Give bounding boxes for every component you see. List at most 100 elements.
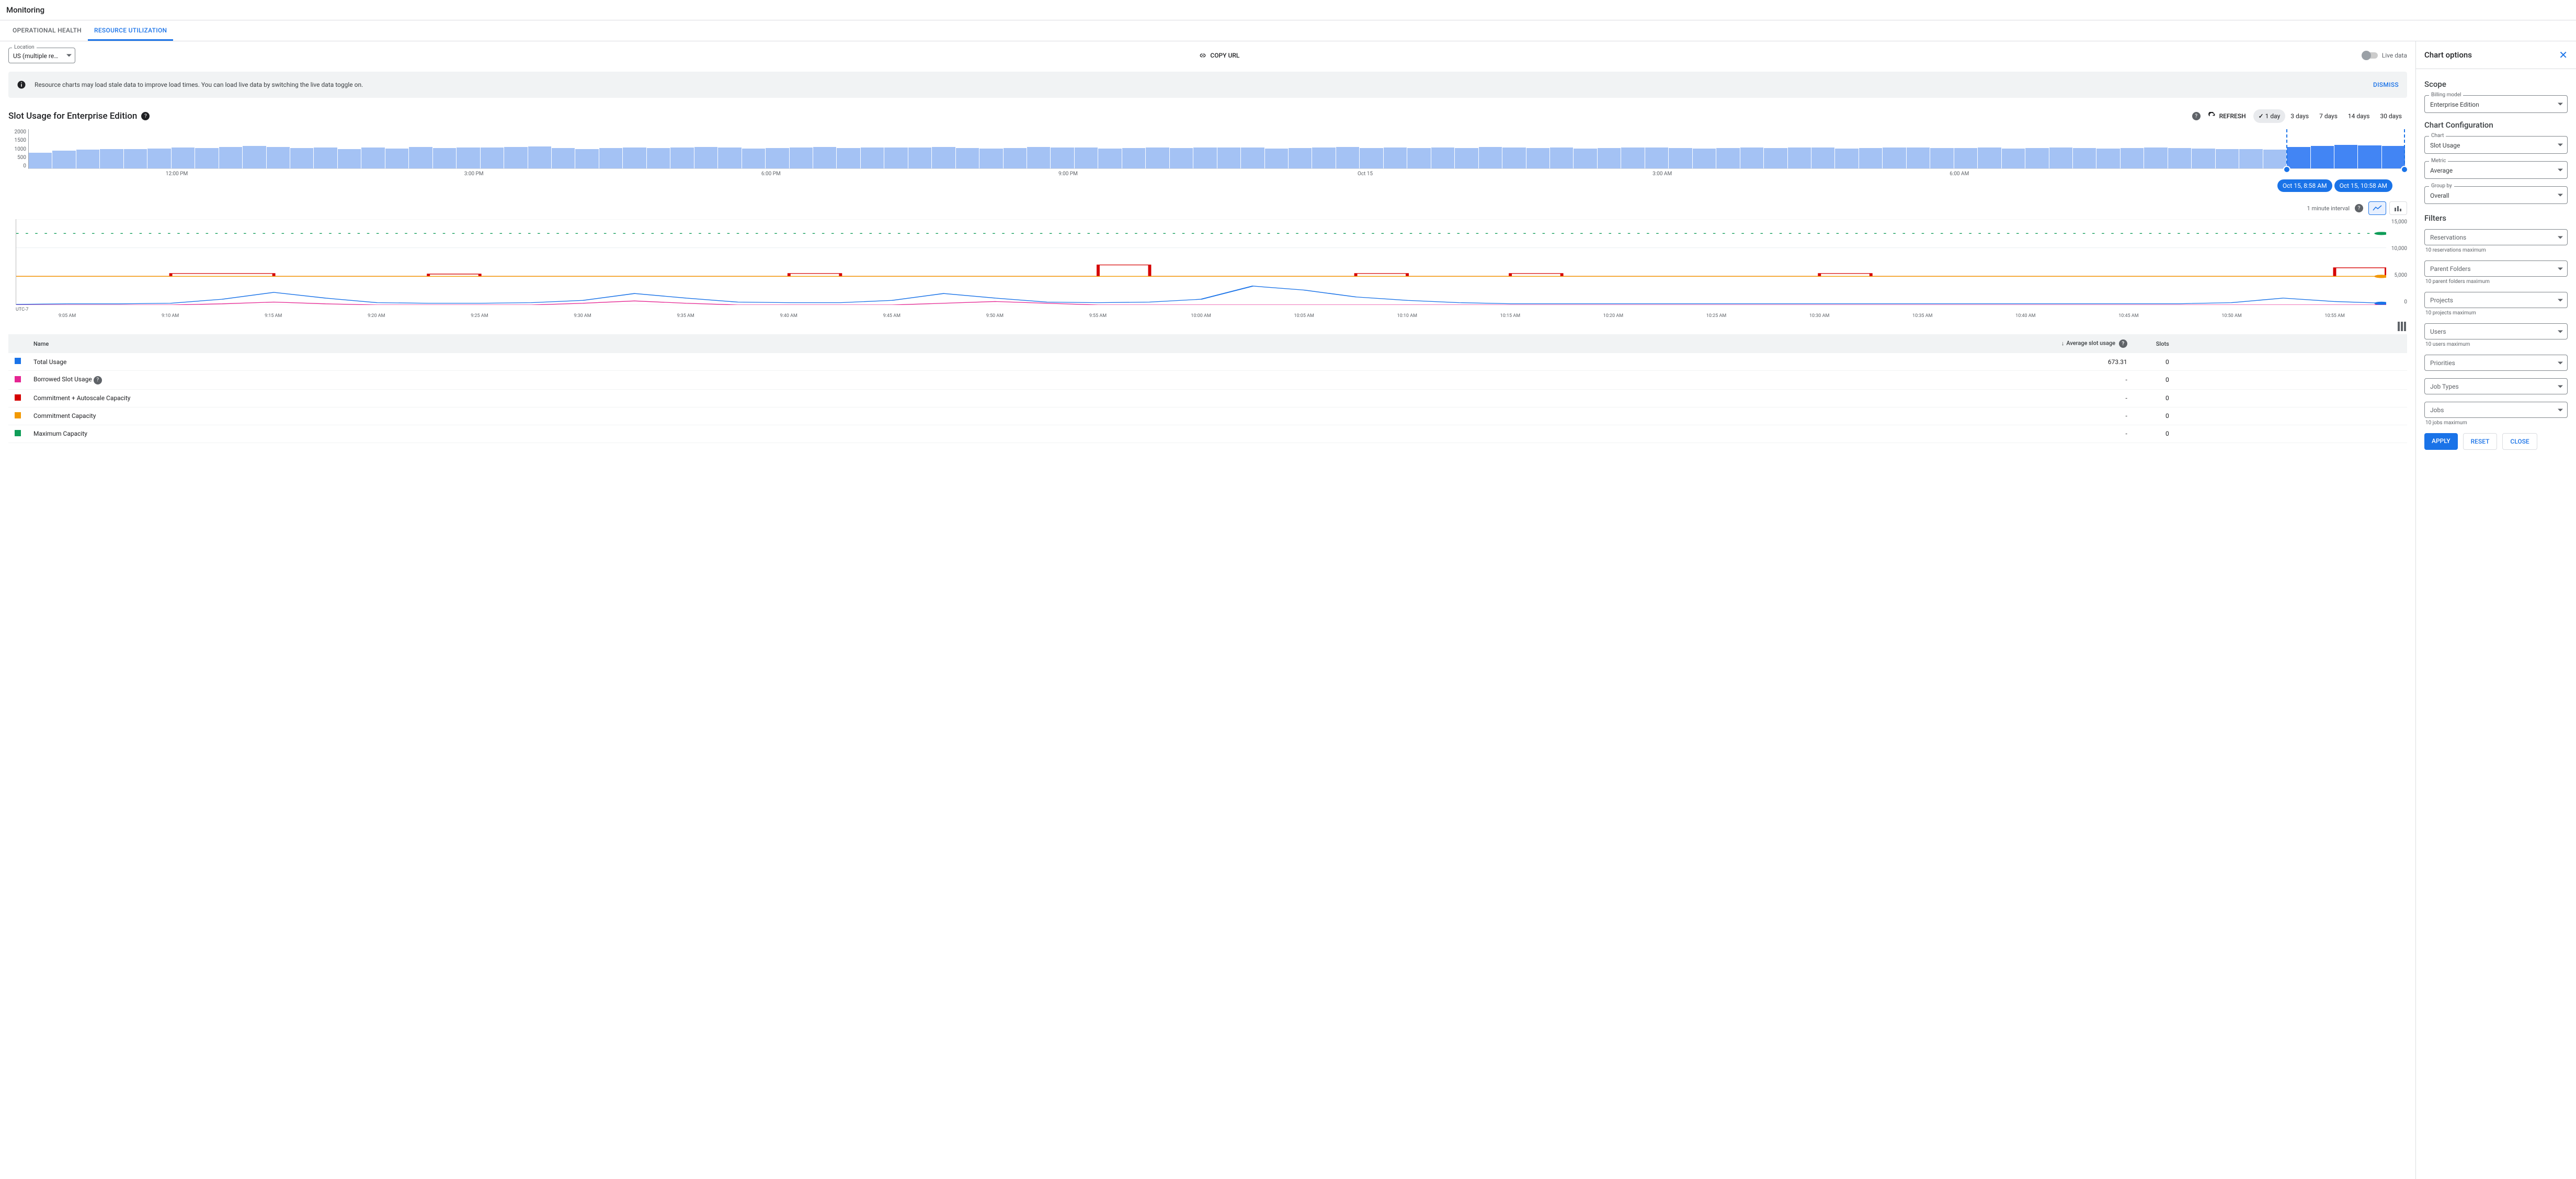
reservations-filter[interactable]: Reservations [2424, 229, 2568, 245]
col-name[interactable]: Name [27, 334, 2050, 353]
detail-chart[interactable]: 15,00010,0005,0000 9:05 AM9:10 AM9:15 AM… [8, 219, 2407, 319]
projects-hint: 10 projects maximum [2425, 310, 2568, 316]
panel-title: Chart options [2424, 50, 2559, 60]
billing-model-select[interactable]: Billing model Enterprise Edition [2424, 95, 2568, 113]
close-icon[interactable]: ✕ [2559, 49, 2568, 61]
location-value: US (multiple regions in Un... [13, 52, 60, 60]
chevron-down-icon [2558, 236, 2563, 239]
location-label: Location [12, 44, 37, 50]
help-icon[interactable]: ? [2355, 204, 2363, 212]
col-slots[interactable]: Slots [2134, 334, 2175, 353]
folders-hint: 10 parent folders maximum [2425, 279, 2568, 285]
groupby-select[interactable]: Group by Overall [2424, 186, 2568, 204]
table-row[interactable]: Total Usage673.310 [8, 353, 2407, 371]
live-data-toggle[interactable] [2363, 52, 2378, 59]
overview-x-axis: 12:00 PM3:00 PM6:00 PM9:00 PMOct 153:00 … [28, 171, 2405, 177]
chevron-down-icon [2558, 361, 2563, 364]
selection-chips: Oct 15, 8:58 AM Oct 15, 10:58 AM [2277, 179, 2392, 192]
timezone-label: UTC-7 [16, 307, 29, 312]
users-filter[interactable]: Users [2424, 323, 2568, 339]
range-1day[interactable]: 1 day [2253, 109, 2286, 123]
refresh-label: REFRESH [2219, 112, 2246, 120]
help-icon[interactable]: ? [2119, 339, 2127, 348]
chevron-down-icon [2558, 299, 2563, 301]
column-settings-button[interactable] [2398, 322, 2407, 331]
chevron-down-icon [66, 54, 72, 57]
table-row[interactable]: Borrowed Slot Usage ?-0 [8, 371, 2407, 390]
help-icon[interactable]: ? [2192, 112, 2201, 120]
range-group: 1 day 3 days 7 days 14 days 30 days [2253, 109, 2407, 123]
refresh-button[interactable]: REFRESH [2208, 112, 2246, 120]
live-data-label: Live data [2382, 52, 2407, 59]
metric-select[interactable]: Metric Average [2424, 161, 2568, 179]
bar-view-button[interactable] [2389, 201, 2407, 215]
groupby-value: Overall [2430, 192, 2449, 199]
copy-url-label: COPY URL [1210, 52, 1239, 59]
selection-from[interactable]: Oct 15, 8:58 AM [2277, 179, 2332, 192]
range-3days[interactable]: 3 days [2285, 109, 2314, 123]
location-select[interactable]: Location US (multiple regions in Un... [8, 48, 75, 63]
table-row[interactable]: Commitment + Autoscale Capacity-0 [8, 389, 2407, 407]
chevron-down-icon [2558, 267, 2563, 270]
banner-message: Resource charts may load stale data to i… [35, 81, 2365, 88]
chevron-down-icon [2558, 385, 2563, 388]
table-row[interactable]: Commitment Capacity-0 [8, 407, 2407, 425]
tab-operational-health[interactable]: OPERATIONAL HEALTH [6, 20, 88, 41]
apply-button[interactable]: APPLY [2424, 433, 2458, 450]
tab-resource-utilization[interactable]: RESOURCE UTILIZATION [88, 20, 173, 41]
col-avg[interactable]: ↓Average slot usage ? [2050, 334, 2134, 353]
table-row[interactable]: Maximum Capacity-0 [8, 425, 2407, 443]
dismiss-button[interactable]: DISMISS [2373, 81, 2399, 88]
jobs-hint: 10 jobs maximum [2425, 420, 2568, 426]
chevron-down-icon [2558, 194, 2563, 197]
chevron-down-icon [2558, 103, 2563, 106]
legend-table: Name ↓Average slot usage ? Slots Total U… [8, 334, 2407, 443]
close-button[interactable]: CLOSE [2502, 433, 2537, 450]
line-view-button[interactable] [2368, 201, 2386, 215]
info-banner: Resource charts may load stale data to i… [8, 72, 2407, 98]
line-chart-icon [2373, 205, 2382, 211]
bar-chart-icon [2394, 205, 2402, 211]
users-hint: 10 users maximum [2425, 342, 2568, 347]
interval-label: 1 minute interval [2307, 205, 2350, 212]
link-icon [1199, 51, 1207, 60]
overview-y-axis: 2000150010005000 [8, 129, 26, 169]
scope-heading: Scope [2424, 80, 2568, 89]
chart-title: Slot Usage for Enterprise Edition [8, 111, 137, 121]
help-icon[interactable]: ? [141, 112, 150, 120]
selection-to[interactable]: Oct 15, 10:58 AM [2334, 179, 2392, 192]
chevron-down-icon [2558, 144, 2563, 146]
billing-model-value: Enterprise Edition [2430, 101, 2479, 108]
chevron-down-icon [2558, 409, 2563, 411]
reservations-hint: 10 reservations maximum [2425, 247, 2568, 253]
jobs-filter[interactable]: Jobs [2424, 402, 2568, 418]
metric-select-value: Average [2430, 167, 2453, 174]
priorities-filter[interactable]: Priorities [2424, 355, 2568, 371]
chart-options-panel: Chart options ✕ Scope Billing model Ente… [2416, 41, 2576, 1179]
tab-bar: OPERATIONAL HEALTH RESOURCE UTILIZATION [0, 20, 2576, 41]
page-title: Monitoring [0, 0, 2576, 20]
help-icon[interactable]: ? [94, 376, 102, 384]
billing-model-label: Billing model [2429, 92, 2463, 98]
chart-select[interactable]: Chart Slot Usage [2424, 136, 2568, 154]
range-30days[interactable]: 30 days [2375, 109, 2407, 123]
info-icon [17, 80, 26, 89]
chart-select-value: Slot Usage [2430, 142, 2460, 149]
overview-chart[interactable]: 2000150010005000 12:00 PM3:00 PM6:00 PM9… [8, 129, 2407, 187]
range-7days[interactable]: 7 days [2314, 109, 2343, 123]
reset-button[interactable]: RESET [2463, 433, 2498, 450]
jobtypes-filter[interactable]: Job Types [2424, 378, 2568, 394]
folders-filter[interactable]: Parent Folders [2424, 260, 2568, 277]
config-heading: Chart Configuration [2424, 120, 2568, 130]
chevron-down-icon [2558, 169, 2563, 172]
filters-heading: Filters [2424, 213, 2568, 223]
copy-url-button[interactable]: COPY URL [1199, 51, 1239, 60]
range-14days[interactable]: 14 days [2343, 109, 2375, 123]
groupby-label: Group by [2429, 183, 2454, 189]
detail-x-axis: 9:05 AM9:10 AM9:15 AM9:20 AM9:25 AM9:30 … [16, 313, 2386, 319]
refresh-icon [2208, 112, 2216, 120]
projects-filter[interactable]: Projects [2424, 292, 2568, 308]
chevron-down-icon [2558, 330, 2563, 333]
chart-select-label: Chart [2429, 133, 2446, 139]
metric-select-label: Metric [2429, 158, 2448, 164]
